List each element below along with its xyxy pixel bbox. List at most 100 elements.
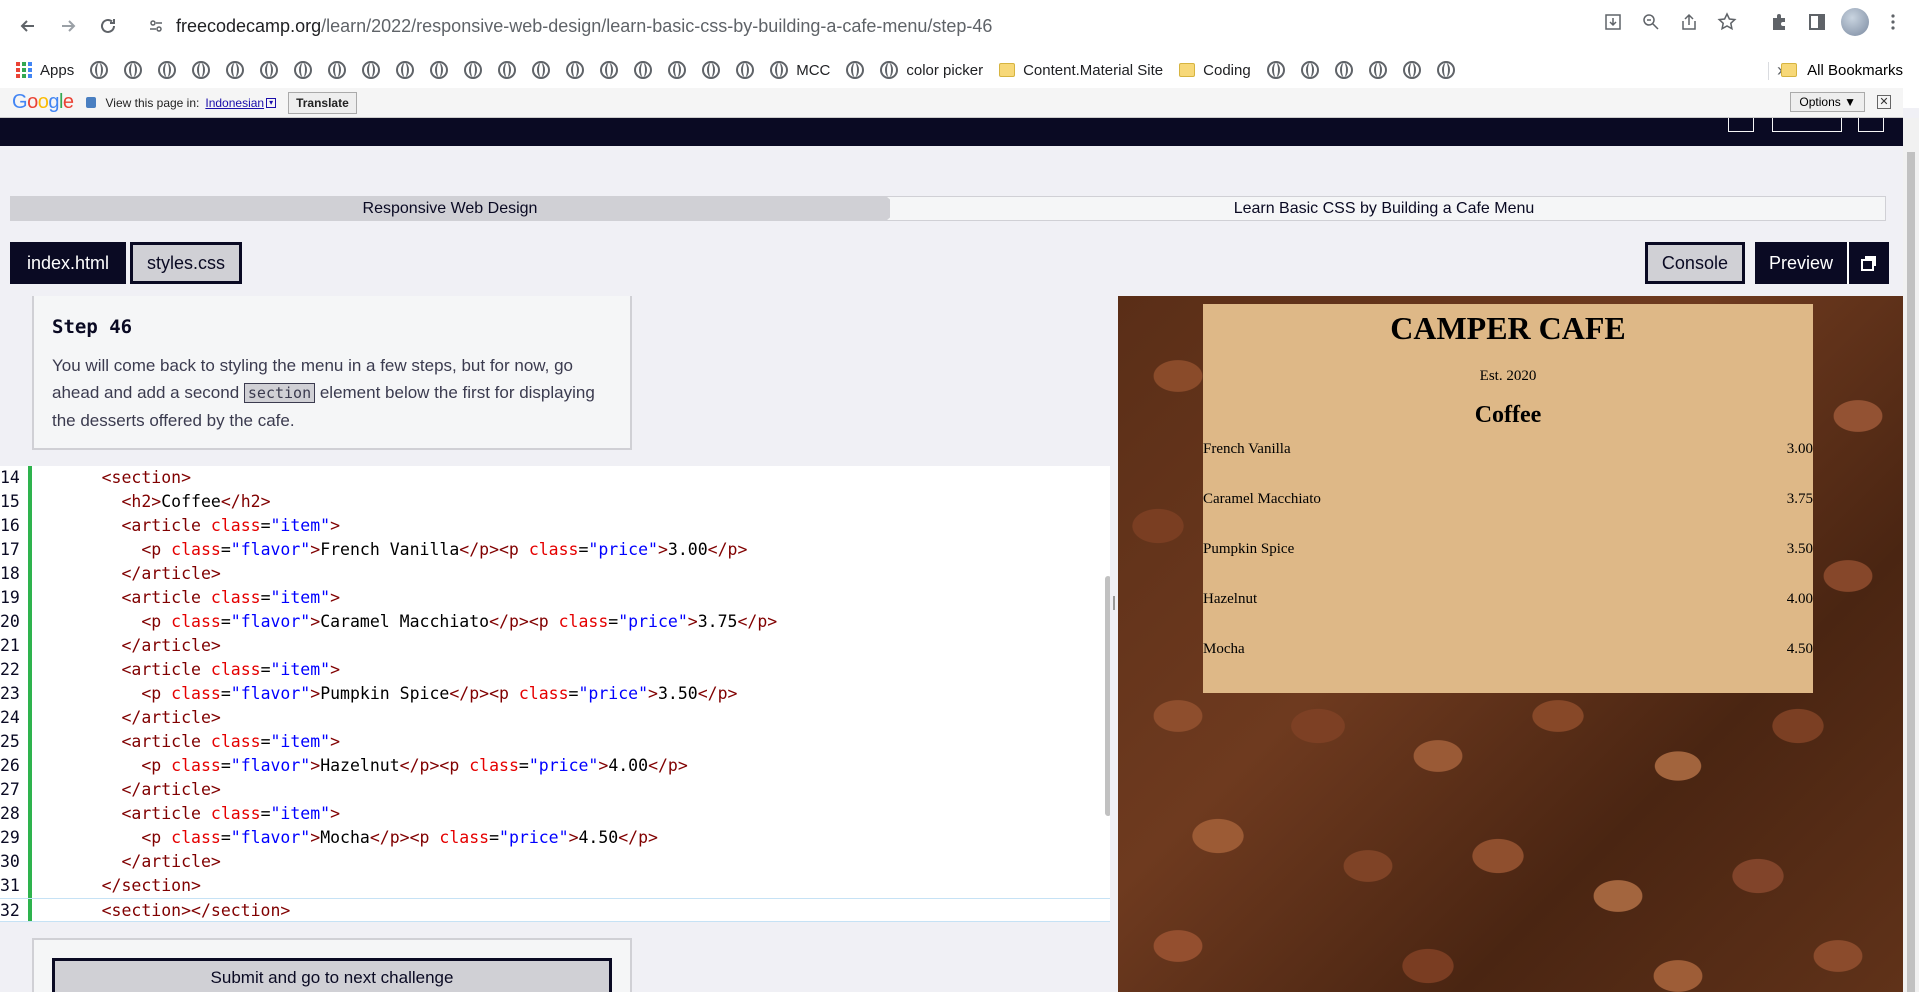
bookmark-item[interactable] <box>192 61 211 79</box>
breadcrumb-superblock[interactable]: Responsive Web Design <box>10 196 890 221</box>
bookmark-item[interactable] <box>1334 61 1353 79</box>
bookmark-item[interactable] <box>1266 61 1285 79</box>
bookmark-item[interactable] <box>600 61 619 79</box>
all-bookmarks-button[interactable]: All Bookmarks <box>1781 52 1903 88</box>
code-line[interactable]: 25 <article class="item"> <box>0 730 1110 754</box>
bookmark-item[interactable]: color picker <box>880 61 983 79</box>
bookmark-item[interactable] <box>634 61 653 79</box>
code-line[interactable]: 32 <section></section> <box>0 898 1110 922</box>
bookmark-item[interactable] <box>1402 61 1421 79</box>
code-line[interactable]: 21 </article> <box>0 634 1110 658</box>
tab-index-html[interactable]: index.html <box>10 242 127 284</box>
translate-language-select[interactable]: Indonesian <box>205 96 264 110</box>
bookmark-item[interactable] <box>736 61 755 79</box>
nav-button-1[interactable] <box>1728 118 1754 132</box>
code-line[interactable]: 26 <p class="flavor">Hazelnut</p><p clas… <box>0 754 1110 778</box>
address-bar[interactable]: freecodecamp.org/learn/2022/responsive-w… <box>138 8 1758 44</box>
site-info-icon[interactable] <box>148 18 164 34</box>
code-line[interactable]: 16 <article class="item"> <box>0 514 1110 538</box>
pane-splitter[interactable] <box>1110 296 1118 992</box>
code-token: Caramel Macchiato <box>320 612 490 631</box>
bookmark-item[interactable]: Content.Material Site <box>999 62 1163 79</box>
profile-avatar[interactable] <box>1841 8 1869 36</box>
globe-icon <box>158 61 177 79</box>
code-line[interactable]: 27 </article> <box>0 778 1110 802</box>
bookmark-item[interactable] <box>464 61 483 79</box>
bookmark-item[interactable] <box>362 61 381 79</box>
bookmark-item[interactable] <box>90 61 109 79</box>
preview-popout-button[interactable] <box>1847 242 1889 284</box>
reload-button[interactable] <box>88 6 128 46</box>
code-text: <h2>Coffee</h2> <box>42 490 270 514</box>
code-line[interactable]: 18 </article> <box>0 562 1110 586</box>
bookmark-item[interactable] <box>294 61 313 79</box>
submit-button[interactable]: Submit and go to next challenge <box>52 958 612 992</box>
share-icon[interactable] <box>1675 8 1703 36</box>
bookmark-item[interactable] <box>566 61 585 79</box>
code-line[interactable]: 29 <p class="flavor">Mocha</p><p class="… <box>0 826 1110 850</box>
folder-icon <box>1781 63 1798 77</box>
bookmark-item[interactable] <box>846 61 865 79</box>
bookmark-item[interactable]: Coding <box>1179 62 1251 79</box>
preview-button[interactable]: Preview <box>1754 242 1889 284</box>
code-line[interactable]: 30 </article> <box>0 850 1110 874</box>
extensions-icon[interactable] <box>1765 8 1793 36</box>
tab-styles-css[interactable]: styles.css <box>130 242 243 284</box>
bookmark-item[interactable] <box>226 61 245 79</box>
bookmark-item[interactable] <box>124 61 143 79</box>
code-line[interactable]: 17 <p class="flavor">French Vanilla</p><… <box>0 538 1110 562</box>
splitter-grip[interactable] <box>1113 596 1115 610</box>
translate-options-button[interactable]: Options ▼ <box>1790 92 1865 112</box>
bookmark-item[interactable] <box>158 61 177 79</box>
bookmark-item[interactable] <box>1300 61 1319 79</box>
console-button[interactable]: Console <box>1644 242 1745 284</box>
folder-icon <box>1179 63 1196 77</box>
back-button[interactable] <box>8 6 48 46</box>
side-panel-icon[interactable] <box>1803 8 1831 36</box>
translate-close-button[interactable]: ✕ <box>1877 95 1891 109</box>
bookmark-item[interactable] <box>430 61 449 79</box>
code-line[interactable]: 28 <article class="item"> <box>0 802 1110 826</box>
bookmark-item[interactable] <box>396 61 415 79</box>
code-token: </p> <box>697 684 738 703</box>
bookmark-item[interactable] <box>668 61 687 79</box>
forward-button[interactable] <box>48 6 88 46</box>
code-line[interactable]: 15 <h2>Coffee</h2> <box>0 490 1110 514</box>
bookmark-item[interactable] <box>498 61 517 79</box>
line-number: 14 <box>0 468 20 487</box>
bookmark-item[interactable]: Apps <box>16 62 74 79</box>
bookmark-item[interactable] <box>1436 61 1455 79</box>
bookmark-item[interactable]: MCC <box>770 61 830 79</box>
code-line[interactable]: 31 </section> <box>0 874 1110 898</box>
bookmark-item[interactable] <box>260 61 279 79</box>
bookmark-item[interactable] <box>702 61 721 79</box>
breadcrumb-block[interactable]: Learn Basic CSS by Building a Cafe Menu <box>882 196 1886 221</box>
code-text: </article> <box>42 634 220 658</box>
code-line[interactable]: 22 <article class="item"> <box>0 658 1110 682</box>
code-line[interactable]: 19 <article class="item"> <box>0 586 1110 610</box>
preview-pane: CAMPER CAFE Est. 2020 Coffee French Vani… <box>1118 296 1903 992</box>
code-token: = <box>568 684 579 703</box>
install-app-icon[interactable] <box>1599 8 1627 36</box>
code-line[interactable]: 24 </article> <box>0 706 1110 730</box>
code-editor[interactable]: 14 <section> 15 <h2>Coffee</h2> 16 <articl… <box>0 466 1110 922</box>
menu-kebab-icon[interactable] <box>1879 8 1907 36</box>
bookmark-item[interactable] <box>532 61 551 79</box>
page-scrollbar[interactable] <box>1903 118 1919 992</box>
bookmark-star-icon[interactable] <box>1713 8 1741 36</box>
translate-button[interactable]: Translate <box>288 91 357 114</box>
language-dropdown-icon[interactable]: ▾ <box>266 97 277 108</box>
bookmark-item[interactable] <box>1368 61 1387 79</box>
bookmark-item[interactable] <box>328 61 347 79</box>
cafe-menu: CAMPER CAFE Est. 2020 Coffee French Vani… <box>1203 304 1813 693</box>
zoom-icon[interactable] <box>1637 8 1665 36</box>
code-token: "price" <box>499 828 569 847</box>
bookmark-label: Content.Material Site <box>1023 61 1164 79</box>
page-scrollbar-thumb[interactable] <box>1907 152 1915 992</box>
code-line[interactable]: 14 <section> <box>0 466 1110 490</box>
nav-button-3[interactable] <box>1858 118 1884 132</box>
nav-button-2[interactable] <box>1772 118 1842 132</box>
code-line[interactable]: 20 <p class="flavor">Caramel Macchiato</… <box>0 610 1110 634</box>
code-line[interactable]: 23 <p class="flavor">Pumpkin Spice</p><p… <box>0 682 1110 706</box>
